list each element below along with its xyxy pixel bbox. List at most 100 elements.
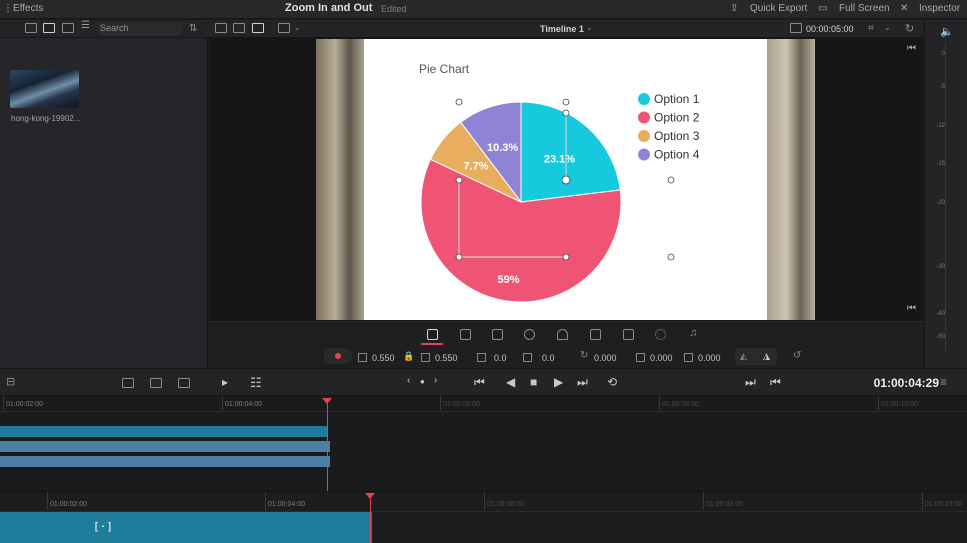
clip-view-toggle-icon[interactable] [150,378,162,388]
position-y-value[interactable]: 0.0 [542,353,555,363]
reset-icon[interactable]: ↺ [793,350,801,361]
video-frame[interactable]: Pie Chart 23.1% 59% 7.7% 10.3% Option 1 Opti… [316,39,815,320]
next-edit-icon[interactable]: › [434,375,437,386]
handle-bottom-left[interactable] [455,253,463,261]
legend-label: Option 1 [654,92,700,106]
settings-sliders-icon[interactable]: ☷ [250,375,262,391]
handle-bottom-center[interactable] [562,253,570,261]
speed-icon[interactable] [557,329,568,340]
lock-icon[interactable]: 🔒 [403,351,414,362]
handle-top-center[interactable] [562,98,570,106]
handle-anchor-top[interactable] [562,109,570,117]
chevron-down-icon[interactable]: ⌄ [294,23,301,32]
flip-vertical-icon[interactable]: ◮ [763,351,770,362]
dynamic-zoom-icon[interactable] [492,329,503,340]
handle-mid-left[interactable] [455,176,463,184]
full-screen-icon[interactable]: ▭ [818,3,827,14]
sort-icon[interactable]: ⇅ [189,23,197,34]
position-x-value[interactable]: 0.0 [494,353,507,363]
zoom-chevron-icon[interactable]: ⌄ [884,23,891,32]
yaw-value[interactable]: 0.000 [698,353,721,363]
timeline-playhead-marker[interactable] [365,493,375,499]
keyframe-toggle[interactable] [324,348,352,364]
loop-icon[interactable]: ↻ [905,22,914,35]
video-clip[interactable] [0,456,330,467]
lower-ruler[interactable]: 01:00:02:00 01:00:04:00 01:00:06:00 01:0… [0,492,967,512]
quick-export-icon[interactable]: ⇪ [730,3,738,14]
inspector-icon[interactable]: ✕ [900,3,908,14]
skip-to-end-icon[interactable]: ⏮ [907,303,916,314]
insert-icon[interactable]: ▸ [222,375,228,389]
inspector-button[interactable]: Inspector [919,3,960,14]
stop-icon[interactable]: ■ [530,375,537,389]
ruler-label: 01:00:08:00 [706,501,743,508]
meter-tick-label: -40 [936,311,945,317]
search-input[interactable]: Search [98,22,182,35]
list-view-icon[interactable]: ☰ [81,20,93,33]
pie-slice-label: 10.3% [487,142,518,154]
stabilize-icon[interactable] [590,329,601,340]
track-view-icon[interactable] [122,378,134,388]
aspect-icon[interactable] [278,23,290,33]
volume-icon[interactable]: 🔈 [940,25,954,38]
video-clip[interactable] [0,426,328,437]
previous-edit-icon[interactable]: ‹ [407,375,410,386]
effects-icon[interactable]: ⋮ [3,3,13,14]
handle-top-left[interactable] [455,98,463,106]
mini-timeline[interactable]: 01:00:02:00 01:00:04:00 01:00:06:00 01:0… [0,396,967,491]
timeline-options-icon[interactable]: ⊟ [6,375,15,388]
audio-icon[interactable]: ♫ [689,327,697,339]
effects-overlay-icon[interactable] [655,329,666,340]
skip-forward-icon[interactable]: ⏭ [577,375,588,390]
pitch-value[interactable]: 0.000 [650,353,673,363]
metadata-view-icon[interactable] [25,23,37,33]
dual-view-icon[interactable] [252,23,264,33]
clip-view-icon[interactable] [233,23,245,33]
crop-icon[interactable] [460,329,471,340]
handle-bottom-right[interactable] [667,253,675,261]
pie-slice-label: 59% [498,274,520,286]
background-footage-left [316,39,364,320]
playhead[interactable] [327,400,328,491]
transform-icon[interactable] [427,329,438,340]
viewer-mode-icon[interactable] [215,23,227,33]
rotation-icon: ↻ [580,350,589,361]
audio-waveform-icon[interactable] [178,378,190,388]
rotation-value[interactable]: 0.000 [594,353,617,363]
timeline-clip[interactable] [0,512,372,543]
zoom-fit-icon[interactable]: ⌗ [868,23,874,34]
effects-tab[interactable]: Effects [13,3,43,14]
meter-tick-label: -50 [936,334,945,340]
play-icon[interactable]: ▶ [554,375,563,389]
upper-ruler[interactable]: 01:00:02:00 01:00:04:00 01:00:06:00 01:0… [0,396,967,412]
timeline[interactable]: 01:00:02:00 01:00:04:00 01:00:06:00 01:0… [0,491,967,543]
zoom-y-icon [421,353,430,362]
thumbnail-view-icon[interactable] [43,23,55,33]
menu-icon[interactable]: ≡ [940,375,947,389]
timeline-playhead[interactable] [370,495,371,543]
project-status: Edited [381,4,407,14]
skip-back-icon[interactable]: ⏮ [474,375,485,390]
rewind-icon[interactable]: ◀ [506,375,515,389]
media-clip-thumbnail[interactable] [10,70,79,108]
timeline-chevron-icon[interactable]: ⌄ [586,23,593,32]
meter-tick-label: 0 [941,51,945,57]
timeline-selector[interactable]: Timeline 1 [540,24,584,34]
flip-horizontal-icon[interactable]: ◭ [740,351,747,362]
handle-center[interactable] [561,175,571,185]
mark-in-icon[interactable]: ⏭ [745,375,756,390]
zoom-x-value[interactable]: 0.550 [372,353,395,363]
handle-mid-right[interactable] [667,176,675,184]
playhead-marker[interactable] [322,398,332,404]
full-screen-button[interactable]: Full Screen [839,3,890,14]
composite-icon[interactable] [524,329,535,340]
zoom-y-value[interactable]: 0.550 [435,353,458,363]
mark-out-icon[interactable]: ⏮ [770,375,781,390]
filmstrip-view-icon[interactable] [62,23,74,33]
mark-icon[interactable]: ● [420,377,425,386]
skip-to-start-icon[interactable]: ⏮ [907,43,916,54]
video-clip[interactable] [0,441,330,452]
lens-correction-icon[interactable] [623,329,634,340]
quick-export-button[interactable]: Quick Export [750,3,807,14]
loop-playback-icon[interactable]: ⟲ [607,375,617,389]
